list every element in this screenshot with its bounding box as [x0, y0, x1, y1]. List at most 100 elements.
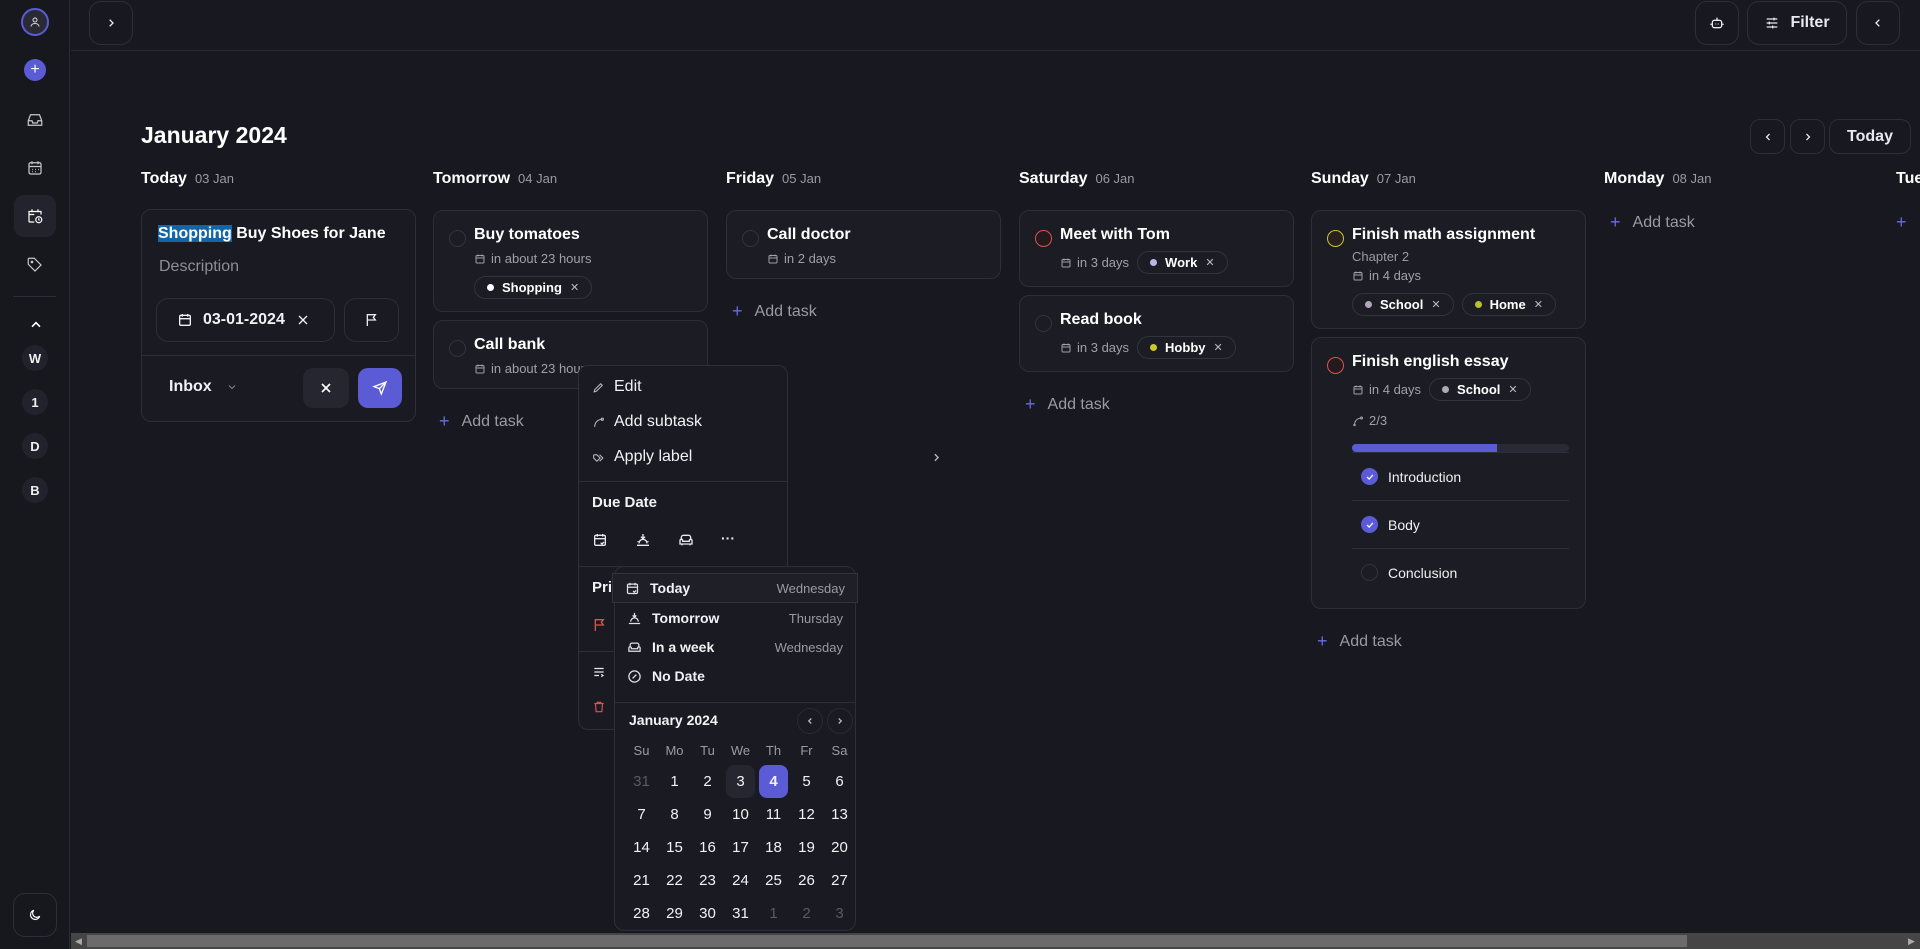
task-checkbox[interactable]	[1035, 230, 1052, 247]
date-option-today[interactable]: Today Wednesday	[612, 573, 858, 603]
sunrise-icon[interactable]	[635, 532, 651, 548]
tag-chip[interactable]: School ✕	[1352, 293, 1454, 316]
tag-chip[interactable]: Hobby ✕	[1137, 336, 1236, 359]
calendar-day[interactable]: 5	[792, 765, 821, 798]
menu-item-add-subtask[interactable]: Add subtask	[592, 413, 702, 431]
subtask-item[interactable]: Conclusion	[1352, 548, 1569, 596]
task-checkbox[interactable]	[742, 230, 759, 247]
calendar-day[interactable]: 19	[792, 831, 821, 864]
move-icon[interactable]	[592, 665, 606, 679]
calendar-day[interactable]: 23	[693, 864, 722, 897]
date-option-tomorrow[interactable]: Tomorrow Thursday	[615, 603, 855, 633]
prev-month-button[interactable]	[797, 708, 823, 734]
due-date-chip[interactable]: 03-01-2024	[156, 298, 335, 342]
calendar-day[interactable]: 31	[726, 897, 755, 930]
next-month-button[interactable]	[827, 708, 853, 734]
description-input[interactable]: Description	[159, 258, 239, 276]
couch-icon[interactable]	[678, 532, 694, 548]
remove-tag-icon[interactable]: ✕	[1534, 298, 1543, 311]
task-checkbox[interactable]	[1035, 315, 1052, 332]
cancel-button[interactable]	[303, 368, 349, 408]
task-checkbox[interactable]	[449, 230, 466, 247]
calendar-day[interactable]: 20	[825, 831, 854, 864]
calendar-day[interactable]: 25	[759, 864, 788, 897]
subtask-checkbox[interactable]	[1361, 564, 1378, 581]
calendar-check-icon[interactable]	[592, 532, 608, 548]
sidebar-item-calendar[interactable]	[14, 147, 56, 189]
expand-sidebar-button[interactable]	[89, 1, 133, 45]
collapse-panel-button[interactable]	[1856, 1, 1900, 45]
sidebar-item-inbox[interactable]	[14, 99, 56, 141]
add-task-button[interactable]: +	[1896, 212, 1920, 233]
calendar-day[interactable]: 2	[792, 897, 821, 930]
calendar-day[interactable]: 3	[726, 765, 755, 798]
menu-item-apply-label[interactable]: Apply label	[592, 448, 940, 466]
calendar-day[interactable]: 31	[627, 765, 656, 798]
subtask-checkbox[interactable]	[1361, 516, 1378, 533]
calendar-day[interactable]: 1	[759, 897, 788, 930]
scroll-left-arrow-icon[interactable]: ◀	[75, 936, 85, 946]
horizontal-scrollbar[interactable]: ◀ ▶	[71, 933, 1920, 949]
prev-week-button[interactable]	[1750, 119, 1785, 154]
calendar-day[interactable]: 24	[726, 864, 755, 897]
calendar-day[interactable]: 1	[660, 765, 689, 798]
sidebar-item-labels[interactable]	[14, 244, 56, 286]
tag-chip[interactable]: Home ✕	[1461, 293, 1556, 316]
priority-button[interactable]	[344, 298, 399, 342]
remove-tag-icon[interactable]: ✕	[570, 281, 579, 294]
menu-item-edit[interactable]: Edit	[592, 378, 642, 396]
calendar-day[interactable]: 10	[726, 798, 755, 831]
today-button[interactable]: Today	[1829, 119, 1911, 154]
subtask-checkbox[interactable]	[1361, 468, 1378, 485]
remove-tag-icon[interactable]: ✕	[1508, 383, 1517, 396]
more-options-icon[interactable]: ···	[721, 530, 737, 546]
calendar-day[interactable]: 18	[759, 831, 788, 864]
project-b[interactable]: B	[22, 477, 48, 503]
task-card[interactable]: Finish math assignment Chapter 2 in 4 da…	[1311, 210, 1586, 329]
calendar-day[interactable]: 6	[825, 765, 854, 798]
add-task-button[interactable]: + Add task	[726, 301, 1001, 322]
calendar-day[interactable]: 3	[825, 897, 854, 930]
task-title-input[interactable]: Shopping Buy Shoes for Jane	[158, 225, 386, 243]
calendar-day[interactable]: 12	[792, 798, 821, 831]
close-icon[interactable]	[295, 312, 311, 328]
task-card[interactable]: Buy tomatoes in about 23 hours Shopping ✕	[433, 210, 708, 312]
trash-icon[interactable]	[592, 700, 606, 714]
calendar-day[interactable]: 8	[660, 798, 689, 831]
flag-icon[interactable]	[592, 617, 608, 633]
sidebar-item-upcoming[interactable]	[14, 195, 56, 237]
calendar-day[interactable]: 26	[792, 864, 821, 897]
calendar-day[interactable]: 7	[627, 798, 656, 831]
assistant-button[interactable]	[1695, 1, 1739, 45]
calendar-day[interactable]: 9	[693, 798, 722, 831]
add-task-button[interactable]: + Add task	[1604, 212, 1879, 233]
remove-tag-icon[interactable]: ✕	[1205, 256, 1214, 269]
task-checkbox[interactable]	[1327, 230, 1344, 247]
next-week-button[interactable]	[1790, 119, 1825, 154]
theme-toggle-button[interactable]	[13, 893, 57, 937]
tag-chip[interactable]: School ✕	[1429, 378, 1531, 401]
tag-chip[interactable]: Work ✕	[1137, 251, 1228, 274]
calendar-day[interactable]: 17	[726, 831, 755, 864]
calendar-day[interactable]: 15	[660, 831, 689, 864]
remove-tag-icon[interactable]: ✕	[1214, 341, 1223, 354]
calendar-day[interactable]: 30	[693, 897, 722, 930]
subtask-item[interactable]: Body	[1352, 500, 1569, 548]
subtask-item[interactable]: Introduction	[1352, 452, 1569, 500]
calendar-day[interactable]: 2	[693, 765, 722, 798]
task-card[interactable]: Call doctor in 2 days	[726, 210, 1001, 279]
task-card[interactable]: Meet with Tom in 3 days Work ✕	[1019, 210, 1294, 287]
calendar-day[interactable]: 13	[825, 798, 854, 831]
chevron-up-icon[interactable]	[28, 318, 44, 330]
calendar-day[interactable]: 28	[627, 897, 656, 930]
task-card[interactable]: Finish english essay in 4 days School ✕ 2…	[1311, 337, 1586, 609]
calendar-day[interactable]: 16	[693, 831, 722, 864]
scroll-right-arrow-icon[interactable]: ▶	[1908, 936, 1918, 946]
add-task-button[interactable]: + Add task	[1311, 631, 1586, 652]
tag-chip[interactable]: Shopping ✕	[474, 276, 593, 299]
project-1[interactable]: 1	[22, 389, 48, 415]
submit-button[interactable]	[358, 368, 402, 408]
calendar-day[interactable]: 21	[627, 864, 656, 897]
project-d[interactable]: D	[22, 433, 48, 459]
scrollbar-thumb[interactable]	[87, 935, 1687, 947]
